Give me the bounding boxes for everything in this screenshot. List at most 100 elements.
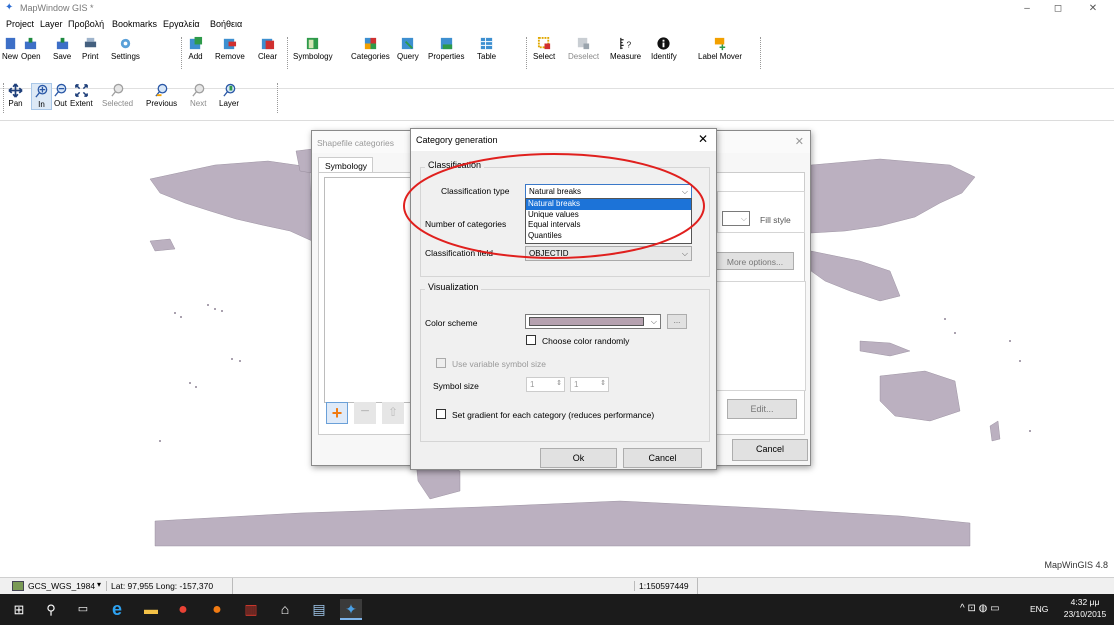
settings-button[interactable]: Settings bbox=[111, 36, 140, 61]
antarctica-land bbox=[154, 500, 971, 547]
zoom-selected-button[interactable]: Selected bbox=[102, 83, 133, 108]
save-icon bbox=[56, 37, 68, 50]
indonesia-land bbox=[859, 340, 911, 357]
menu-bookmarks[interactable]: Bookmarks bbox=[112, 19, 157, 29]
search-icon[interactable]: ⚲ bbox=[40, 599, 62, 620]
clock-date[interactable]: 23/10/2015 bbox=[1062, 609, 1108, 619]
close-button[interactable]: ✕ bbox=[1083, 2, 1103, 16]
toolbar-separator bbox=[287, 37, 288, 69]
chrome-icon[interactable]: ● bbox=[172, 599, 194, 620]
toolbar-separator bbox=[3, 83, 4, 113]
categories-button[interactable]: Categories bbox=[351, 36, 390, 61]
toolbar-separator bbox=[277, 83, 278, 113]
new-button[interactable]: New bbox=[2, 36, 18, 61]
system-tray-icons[interactable]: ^ ⊡ ◍ ▭ bbox=[960, 603, 1000, 614]
zoom-next-icon bbox=[192, 83, 205, 97]
edit-button[interactable]: Edit... bbox=[727, 399, 797, 419]
set-gradient-checkbox[interactable] bbox=[436, 409, 446, 419]
query-button[interactable]: Query bbox=[397, 36, 419, 61]
new-zealand-land bbox=[989, 420, 1001, 442]
color-scheme-browse-button[interactable]: ... bbox=[667, 314, 687, 329]
maximize-button[interactable]: ◻ bbox=[1048, 2, 1068, 16]
pan-button[interactable]: Pan bbox=[8, 83, 23, 108]
clear-layers-button[interactable]: Clear bbox=[258, 36, 277, 61]
properties-button[interactable]: Properties bbox=[428, 36, 464, 61]
shapefile-dialog-close-icon[interactable]: ✕ bbox=[795, 135, 804, 148]
print-icon bbox=[84, 37, 96, 48]
mapwindow-taskbar-icon[interactable]: ✦ bbox=[340, 599, 362, 620]
chevron-down-icon: ⌵ bbox=[740, 214, 747, 223]
zoom-in-button[interactable]: In bbox=[31, 83, 52, 110]
open-button[interactable]: Open bbox=[21, 36, 41, 61]
mapwindow-logo-icon: ✦ bbox=[5, 2, 14, 13]
menu-tools[interactable]: Εργαλεία bbox=[163, 19, 200, 29]
australia-land bbox=[879, 370, 961, 422]
popcorn-app-icon[interactable]: ▥ bbox=[240, 599, 262, 620]
input-language[interactable]: ENG bbox=[1030, 604, 1048, 614]
shapefile-cancel-button[interactable]: Cancel bbox=[732, 439, 808, 461]
projection-name[interactable]: GCS_WGS_1984 bbox=[28, 581, 95, 591]
windows-start-icon[interactable]: ⊞ bbox=[8, 599, 30, 620]
file-explorer-icon[interactable]: ▬ bbox=[140, 599, 162, 620]
minimize-button[interactable]: – bbox=[1017, 2, 1037, 16]
move-up-icon[interactable]: ⇧ bbox=[382, 402, 404, 424]
edge-browser-icon[interactable]: e bbox=[106, 599, 128, 620]
task-view-icon[interactable]: ▭ bbox=[72, 599, 94, 620]
symbol-size-from-spinner[interactable]: 1 ⇕ bbox=[526, 377, 565, 392]
document-app-icon[interactable]: ▤ bbox=[308, 599, 330, 620]
category-dialog-close-icon[interactable]: ✕ bbox=[698, 132, 708, 146]
menu-layer[interactable]: Layer bbox=[40, 19, 63, 29]
clear-layers-icon bbox=[261, 38, 275, 50]
remove-category-icon[interactable]: − bbox=[354, 402, 376, 424]
status-divider bbox=[697, 578, 698, 595]
zoom-extent-button[interactable]: Extent bbox=[70, 83, 93, 108]
fill-style-label: Fill style bbox=[760, 215, 791, 225]
symbology-icon bbox=[307, 37, 319, 50]
ok-button[interactable]: Ok bbox=[540, 448, 617, 468]
table-button[interactable]: Table bbox=[477, 36, 496, 61]
identify-button[interactable]: Identify bbox=[651, 36, 677, 61]
svg-text:?: ? bbox=[627, 39, 632, 49]
remove-layer-button[interactable]: Remove bbox=[215, 36, 245, 61]
print-button[interactable]: Print bbox=[82, 36, 98, 61]
set-gradient-label: Set gradient for each category (reduces … bbox=[452, 410, 655, 420]
firefox-icon[interactable]: ● bbox=[206, 599, 228, 620]
menu-view[interactable]: Προβολή bbox=[68, 19, 104, 29]
fill-style-dropdown[interactable]: ⌵ bbox=[722, 211, 750, 226]
label-mover-button[interactable]: Label Mover bbox=[698, 36, 742, 61]
save-button[interactable]: Save bbox=[53, 36, 71, 61]
zoom-previous-icon bbox=[155, 83, 168, 97]
select-icon bbox=[537, 36, 550, 50]
symbol-size-label: Symbol size bbox=[433, 381, 479, 391]
category-cancel-button[interactable]: Cancel bbox=[623, 448, 702, 468]
symbology-button[interactable]: Symbology bbox=[293, 36, 333, 61]
shapefile-dialog-title: Shapefile categories bbox=[317, 138, 395, 148]
projection-dropdown-icon[interactable]: ▾ bbox=[97, 580, 101, 589]
zoom-out-button[interactable]: Out bbox=[53, 83, 68, 108]
deselect-icon bbox=[577, 37, 590, 50]
tab-symbology[interactable]: Symbology bbox=[318, 157, 373, 173]
symbol-size-to-spinner[interactable]: 1 ⇕ bbox=[570, 377, 609, 392]
deselect-button[interactable]: Deselect bbox=[568, 36, 599, 61]
identify-icon bbox=[657, 37, 670, 50]
menu-help[interactable]: Βοήθεια bbox=[210, 19, 242, 29]
measure-button[interactable]: ? Measure bbox=[610, 36, 641, 61]
zoom-layer-button[interactable]: Layer bbox=[219, 83, 239, 108]
variable-symbol-size-checkbox[interactable] bbox=[436, 358, 446, 368]
table-icon bbox=[480, 37, 493, 50]
windows-taskbar: ⊞ ⚲ ▭ e ▬ ● ● ▥ ⌂ ▤ ✦ ^ ⊡ ◍ ▭ ENG 4:32 μ… bbox=[0, 594, 1114, 625]
choose-color-randomly-checkbox[interactable] bbox=[526, 335, 536, 345]
color-scheme-dropdown[interactable]: ⌵ bbox=[525, 314, 661, 329]
clock-time[interactable]: 4:32 μμ bbox=[1062, 597, 1108, 607]
zoom-out-icon bbox=[54, 83, 67, 97]
menu-project[interactable]: Project bbox=[6, 19, 34, 29]
more-options-button[interactable]: More options... bbox=[716, 252, 794, 270]
add-layer-button[interactable]: Add bbox=[188, 36, 203, 61]
add-category-icon[interactable]: + bbox=[326, 402, 348, 424]
select-button[interactable]: Select bbox=[533, 36, 555, 61]
open-icon bbox=[25, 37, 37, 50]
home-app-icon[interactable]: ⌂ bbox=[274, 599, 296, 620]
remove-layer-icon bbox=[224, 38, 237, 50]
zoom-next-button[interactable]: Next bbox=[190, 83, 206, 108]
zoom-previous-button[interactable]: Previous bbox=[146, 83, 177, 108]
